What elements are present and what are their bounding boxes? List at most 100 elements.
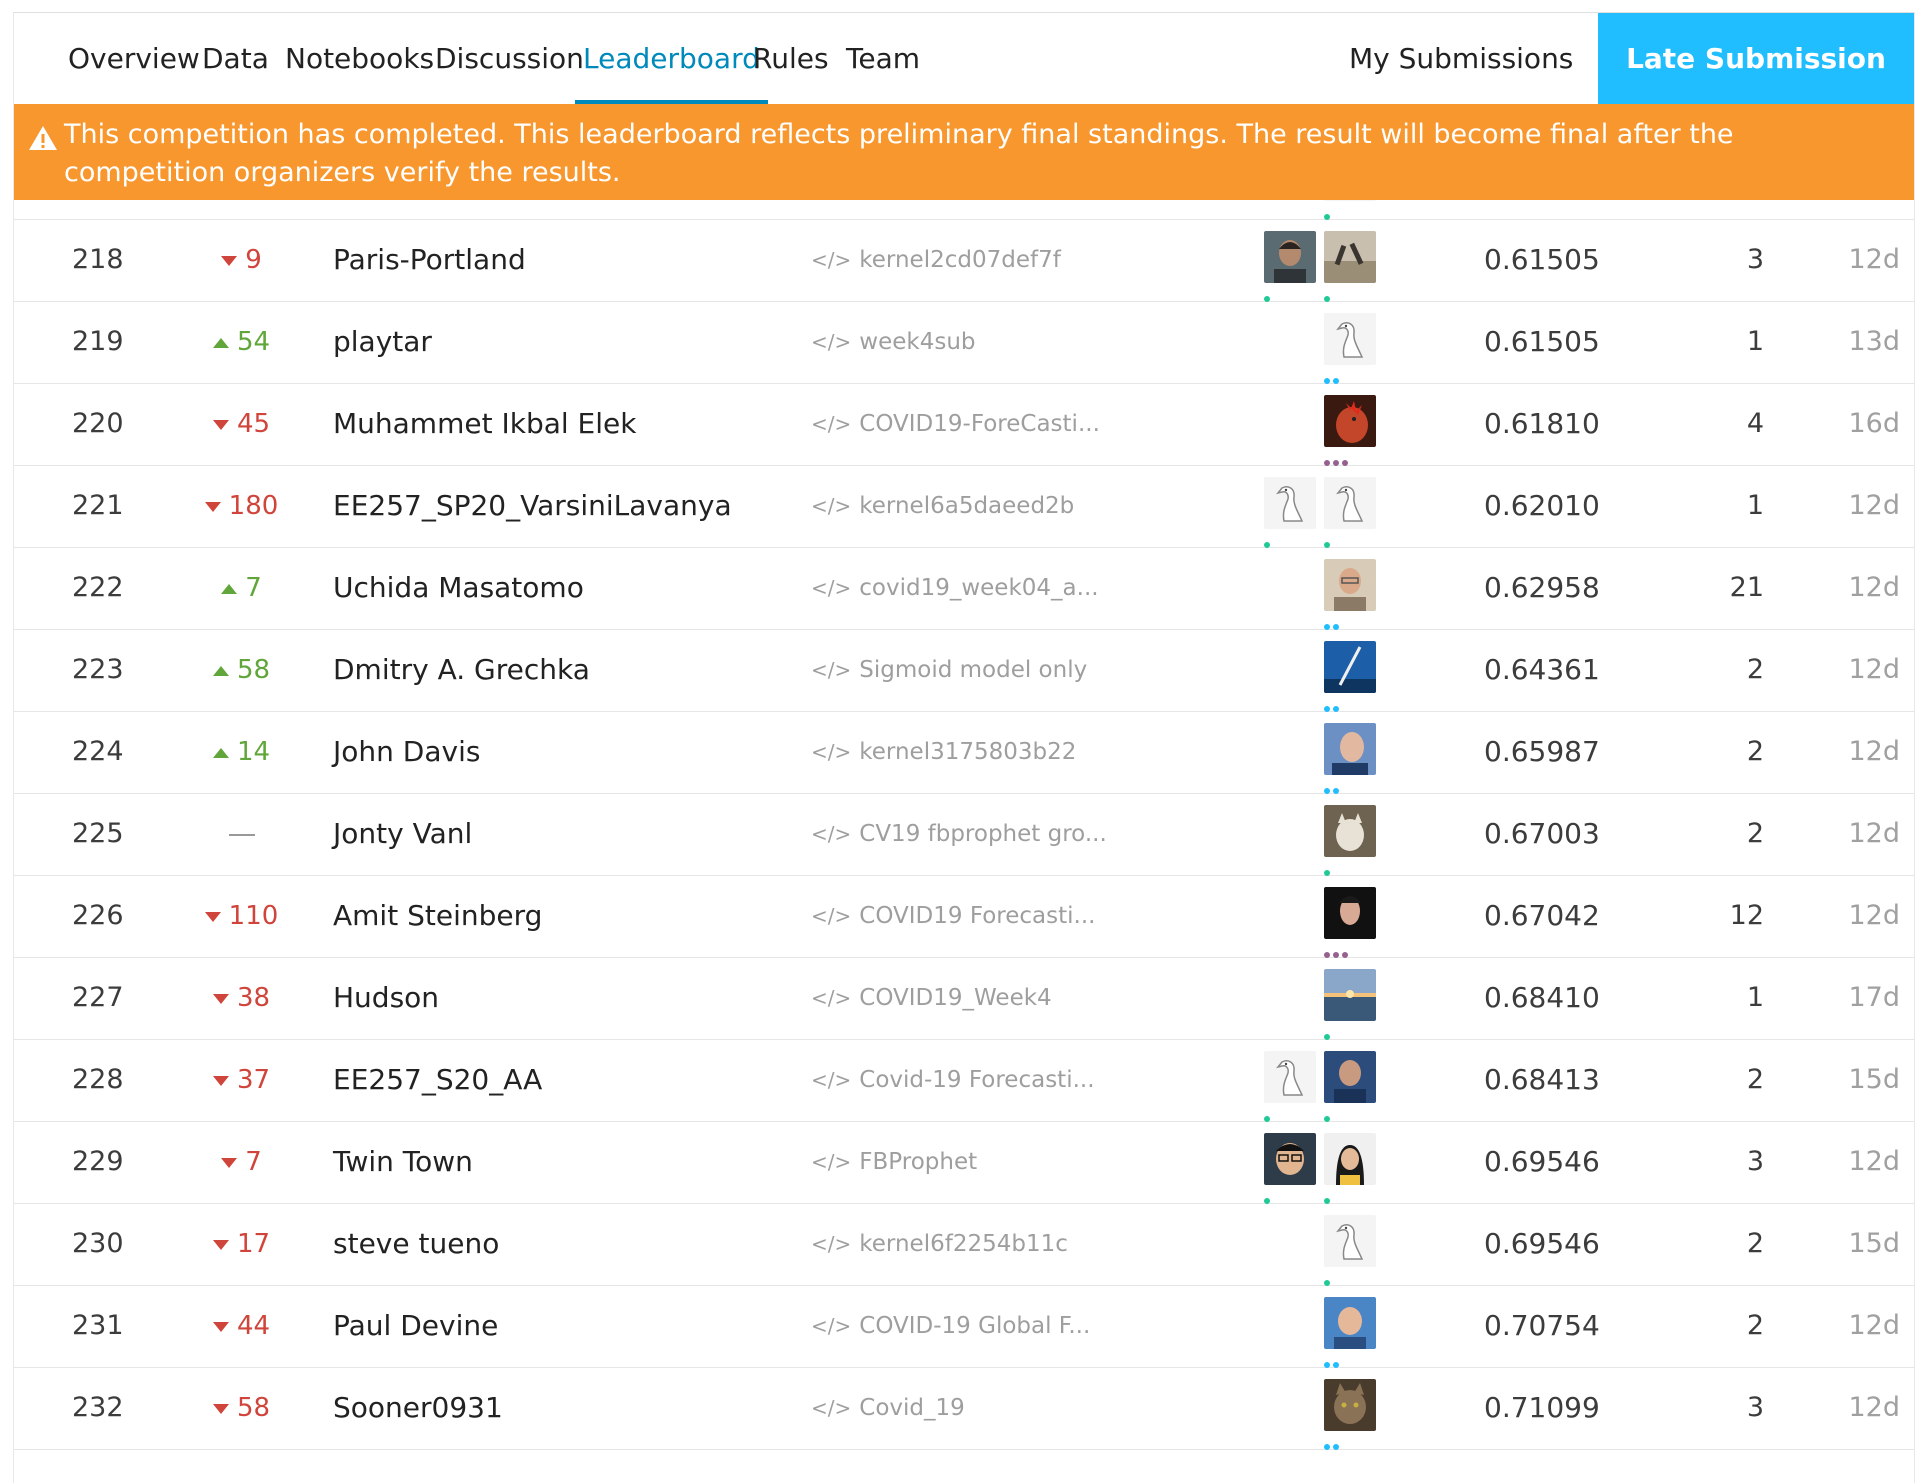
tier-indicator bbox=[1324, 1435, 1342, 1450]
rank-change-value: 14 bbox=[236, 737, 271, 767]
kernel-link[interactable]: </> kernel6a5daeed2b bbox=[811, 465, 1074, 547]
my-submissions-link[interactable]: My Submissions bbox=[1349, 13, 1573, 104]
avatar[interactable] bbox=[1324, 641, 1376, 693]
tab-notebooks[interactable]: Notebooks bbox=[285, 13, 434, 104]
kernel-link[interactable]: </> Sigmoid model only bbox=[811, 629, 1087, 711]
table-row[interactable]: 220 45 Muhammet Ikbal Elek </> COVID19-ForeC… bbox=[14, 383, 1914, 466]
avatar[interactable] bbox=[1324, 477, 1376, 529]
table-row[interactable]: 221 180 EE257_SP20_VarsiniLavanya </> kernel… bbox=[14, 465, 1914, 548]
team-name-link[interactable]: Twin Town bbox=[333, 1121, 473, 1203]
rank-change-value: 110 bbox=[228, 901, 279, 931]
avatar[interactable] bbox=[1264, 477, 1316, 529]
tab-team[interactable]: Team bbox=[846, 13, 920, 104]
kernel-link[interactable]: </> COVID19-ForeCasti... bbox=[811, 383, 1100, 465]
team-name-link[interactable]: Hudson bbox=[333, 957, 439, 1039]
avatar[interactable] bbox=[1324, 1379, 1376, 1431]
last-submission-cell: 16d bbox=[1848, 408, 1901, 439]
table-row[interactable]: 222 7 Uchida Masatomo </> covid19_week04_a..… bbox=[14, 547, 1914, 630]
team-name-link[interactable]: Dmitry A. Grechka bbox=[333, 629, 590, 711]
team-name-link[interactable]: John Davis bbox=[333, 711, 480, 793]
team-members bbox=[1264, 887, 1394, 958]
tab-leaderboard[interactable]: Leaderboard bbox=[575, 13, 768, 104]
table-row[interactable]: 230 17 steve tueno </> kernel6f2254b11c 0.695… bbox=[14, 1203, 1914, 1286]
kernel-link[interactable]: </> kernel3175803b22 bbox=[811, 711, 1076, 793]
kernel-link[interactable]: </> CV19 fbprophet gro... bbox=[811, 793, 1107, 875]
avatar[interactable] bbox=[1324, 395, 1376, 447]
kernel-link[interactable]: </> COVID19 Forecasti... bbox=[811, 875, 1095, 957]
entries-cell: 1 bbox=[1746, 982, 1764, 1013]
rank-change-value: 58 bbox=[236, 655, 271, 685]
rank-cell: 224 bbox=[72, 736, 124, 767]
rank-change: 45 bbox=[189, 383, 294, 465]
team-name-link[interactable]: Uchida Masatomo bbox=[333, 547, 584, 629]
table-row[interactable]: 232 58 Sooner0931 </> Covid_19 0.71099 3 12d bbox=[14, 1367, 1914, 1450]
table-row[interactable]: 228 37 EE257_S20_AA </> Covid-19 Forecasti..… bbox=[14, 1039, 1914, 1122]
avatar[interactable] bbox=[1264, 231, 1316, 283]
kernel-link[interactable]: </> kernel6f2254b11c bbox=[811, 1203, 1068, 1285]
team-name-link[interactable]: Amit Steinberg bbox=[333, 875, 542, 957]
team-members bbox=[1264, 1133, 1394, 1204]
kernel-link[interactable]: </> Covid-19 Forecasti... bbox=[811, 1039, 1095, 1121]
team-name-link[interactable]: steve tueno bbox=[333, 1203, 499, 1285]
late-submission-button[interactable]: Late Submission bbox=[1598, 13, 1914, 104]
avatar[interactable] bbox=[1324, 231, 1376, 283]
kernel-link[interactable]: </> week4sub bbox=[811, 301, 976, 383]
tab-discussion[interactable]: Discussion bbox=[435, 13, 584, 104]
kernel-title: COVID19_Week4 bbox=[859, 985, 1052, 1011]
tab-overview[interactable]: Overview bbox=[68, 13, 200, 104]
rank-change-value: 37 bbox=[236, 1065, 271, 1095]
kernel-link[interactable]: </> COVID19_Week4 bbox=[811, 957, 1052, 1039]
rank-change-value: 17 bbox=[236, 1229, 271, 1259]
avatar[interactable] bbox=[1324, 887, 1376, 939]
kernel-title: FBProphet bbox=[859, 1149, 978, 1175]
table-row[interactable]: 224 14 John Davis </> kernel3175803b22 0.6598… bbox=[14, 711, 1914, 794]
arrow-up-icon bbox=[221, 583, 238, 594]
avatar[interactable] bbox=[1324, 1297, 1376, 1349]
table-row[interactable]: 225 Jonty Vanl </> CV19 fbprophet gro... 0.6… bbox=[14, 793, 1914, 876]
team-members bbox=[1264, 1379, 1394, 1450]
kernel-link[interactable]: </> kernel2cd07def7f bbox=[811, 219, 1061, 301]
avatar[interactable] bbox=[1324, 1133, 1376, 1185]
entries-cell: 12 bbox=[1729, 900, 1764, 931]
kernel-link[interactable]: </> COVID-19 Global F... bbox=[811, 1285, 1090, 1367]
avatar[interactable] bbox=[1324, 805, 1376, 857]
avatar[interactable] bbox=[1324, 723, 1376, 775]
entries-cell: 1 bbox=[1746, 326, 1764, 357]
tab-data[interactable]: Data bbox=[202, 13, 269, 104]
tab-rules[interactable]: Rules bbox=[753, 13, 829, 104]
avatar[interactable] bbox=[1324, 969, 1376, 1021]
avatar[interactable] bbox=[1264, 1051, 1316, 1103]
table-row[interactable]: 226 110 Amit Steinberg </> COVID19 Forecasti… bbox=[14, 875, 1914, 958]
team-members bbox=[1264, 805, 1394, 876]
tier-indicator bbox=[1324, 1107, 1333, 1122]
kernel-link[interactable]: </> FBProphet bbox=[811, 1121, 977, 1203]
team-name-link[interactable]: Paul Devine bbox=[333, 1285, 498, 1367]
kernel-link[interactable]: </> Covid_19 bbox=[811, 1367, 965, 1449]
arrow-down-icon bbox=[204, 911, 221, 922]
avatar[interactable] bbox=[1324, 1215, 1376, 1267]
table-row[interactable]: 231 44 Paul Devine </> COVID-19 Global F... 0… bbox=[14, 1285, 1914, 1368]
team-name-link[interactable]: Paris-Portland bbox=[333, 219, 526, 301]
rank-change: 44 bbox=[189, 1285, 294, 1367]
table-row[interactable]: 219 54 playtar </> week4sub 0.61505 1 13d bbox=[14, 301, 1914, 384]
kernel-link[interactable]: </> covid19_week04_a... bbox=[811, 547, 1099, 629]
kernel-title: Covid_19 bbox=[859, 1395, 965, 1421]
avatar[interactable] bbox=[1324, 313, 1376, 365]
table-row[interactable]: 227 38 Hudson </> COVID19_Week4 0.68410 1 17d bbox=[14, 957, 1914, 1040]
avatar[interactable] bbox=[1324, 559, 1376, 611]
team-name-link[interactable]: Sooner0931 bbox=[333, 1367, 503, 1449]
rank-change: 9 bbox=[189, 219, 294, 301]
team-name-link[interactable]: EE257_S20_AA bbox=[333, 1039, 542, 1121]
table-row[interactable]: 223 58 Dmitry A. Grechka </> Sigmoid model o… bbox=[14, 629, 1914, 712]
code-icon: </> bbox=[811, 986, 852, 1010]
kernel-title: week4sub bbox=[859, 329, 976, 355]
table-row[interactable]: 229 7 Twin Town </> FBProphet 0.69546 3 12d bbox=[14, 1121, 1914, 1204]
team-name-link[interactable]: EE257_SP20_VarsiniLavanya bbox=[333, 465, 732, 547]
table-row[interactable]: 218 9 Paris-Portland </> kernel2cd07def7f 0.6… bbox=[14, 219, 1914, 302]
team-name-link[interactable]: Jonty Vanl bbox=[333, 793, 472, 875]
team-name-link[interactable]: Muhammet Ikbal Elek bbox=[333, 383, 636, 465]
avatar[interactable] bbox=[1264, 1133, 1316, 1185]
team-name-link[interactable]: playtar bbox=[333, 301, 432, 383]
avatar[interactable] bbox=[1324, 1051, 1376, 1103]
team-members bbox=[1264, 969, 1394, 1040]
